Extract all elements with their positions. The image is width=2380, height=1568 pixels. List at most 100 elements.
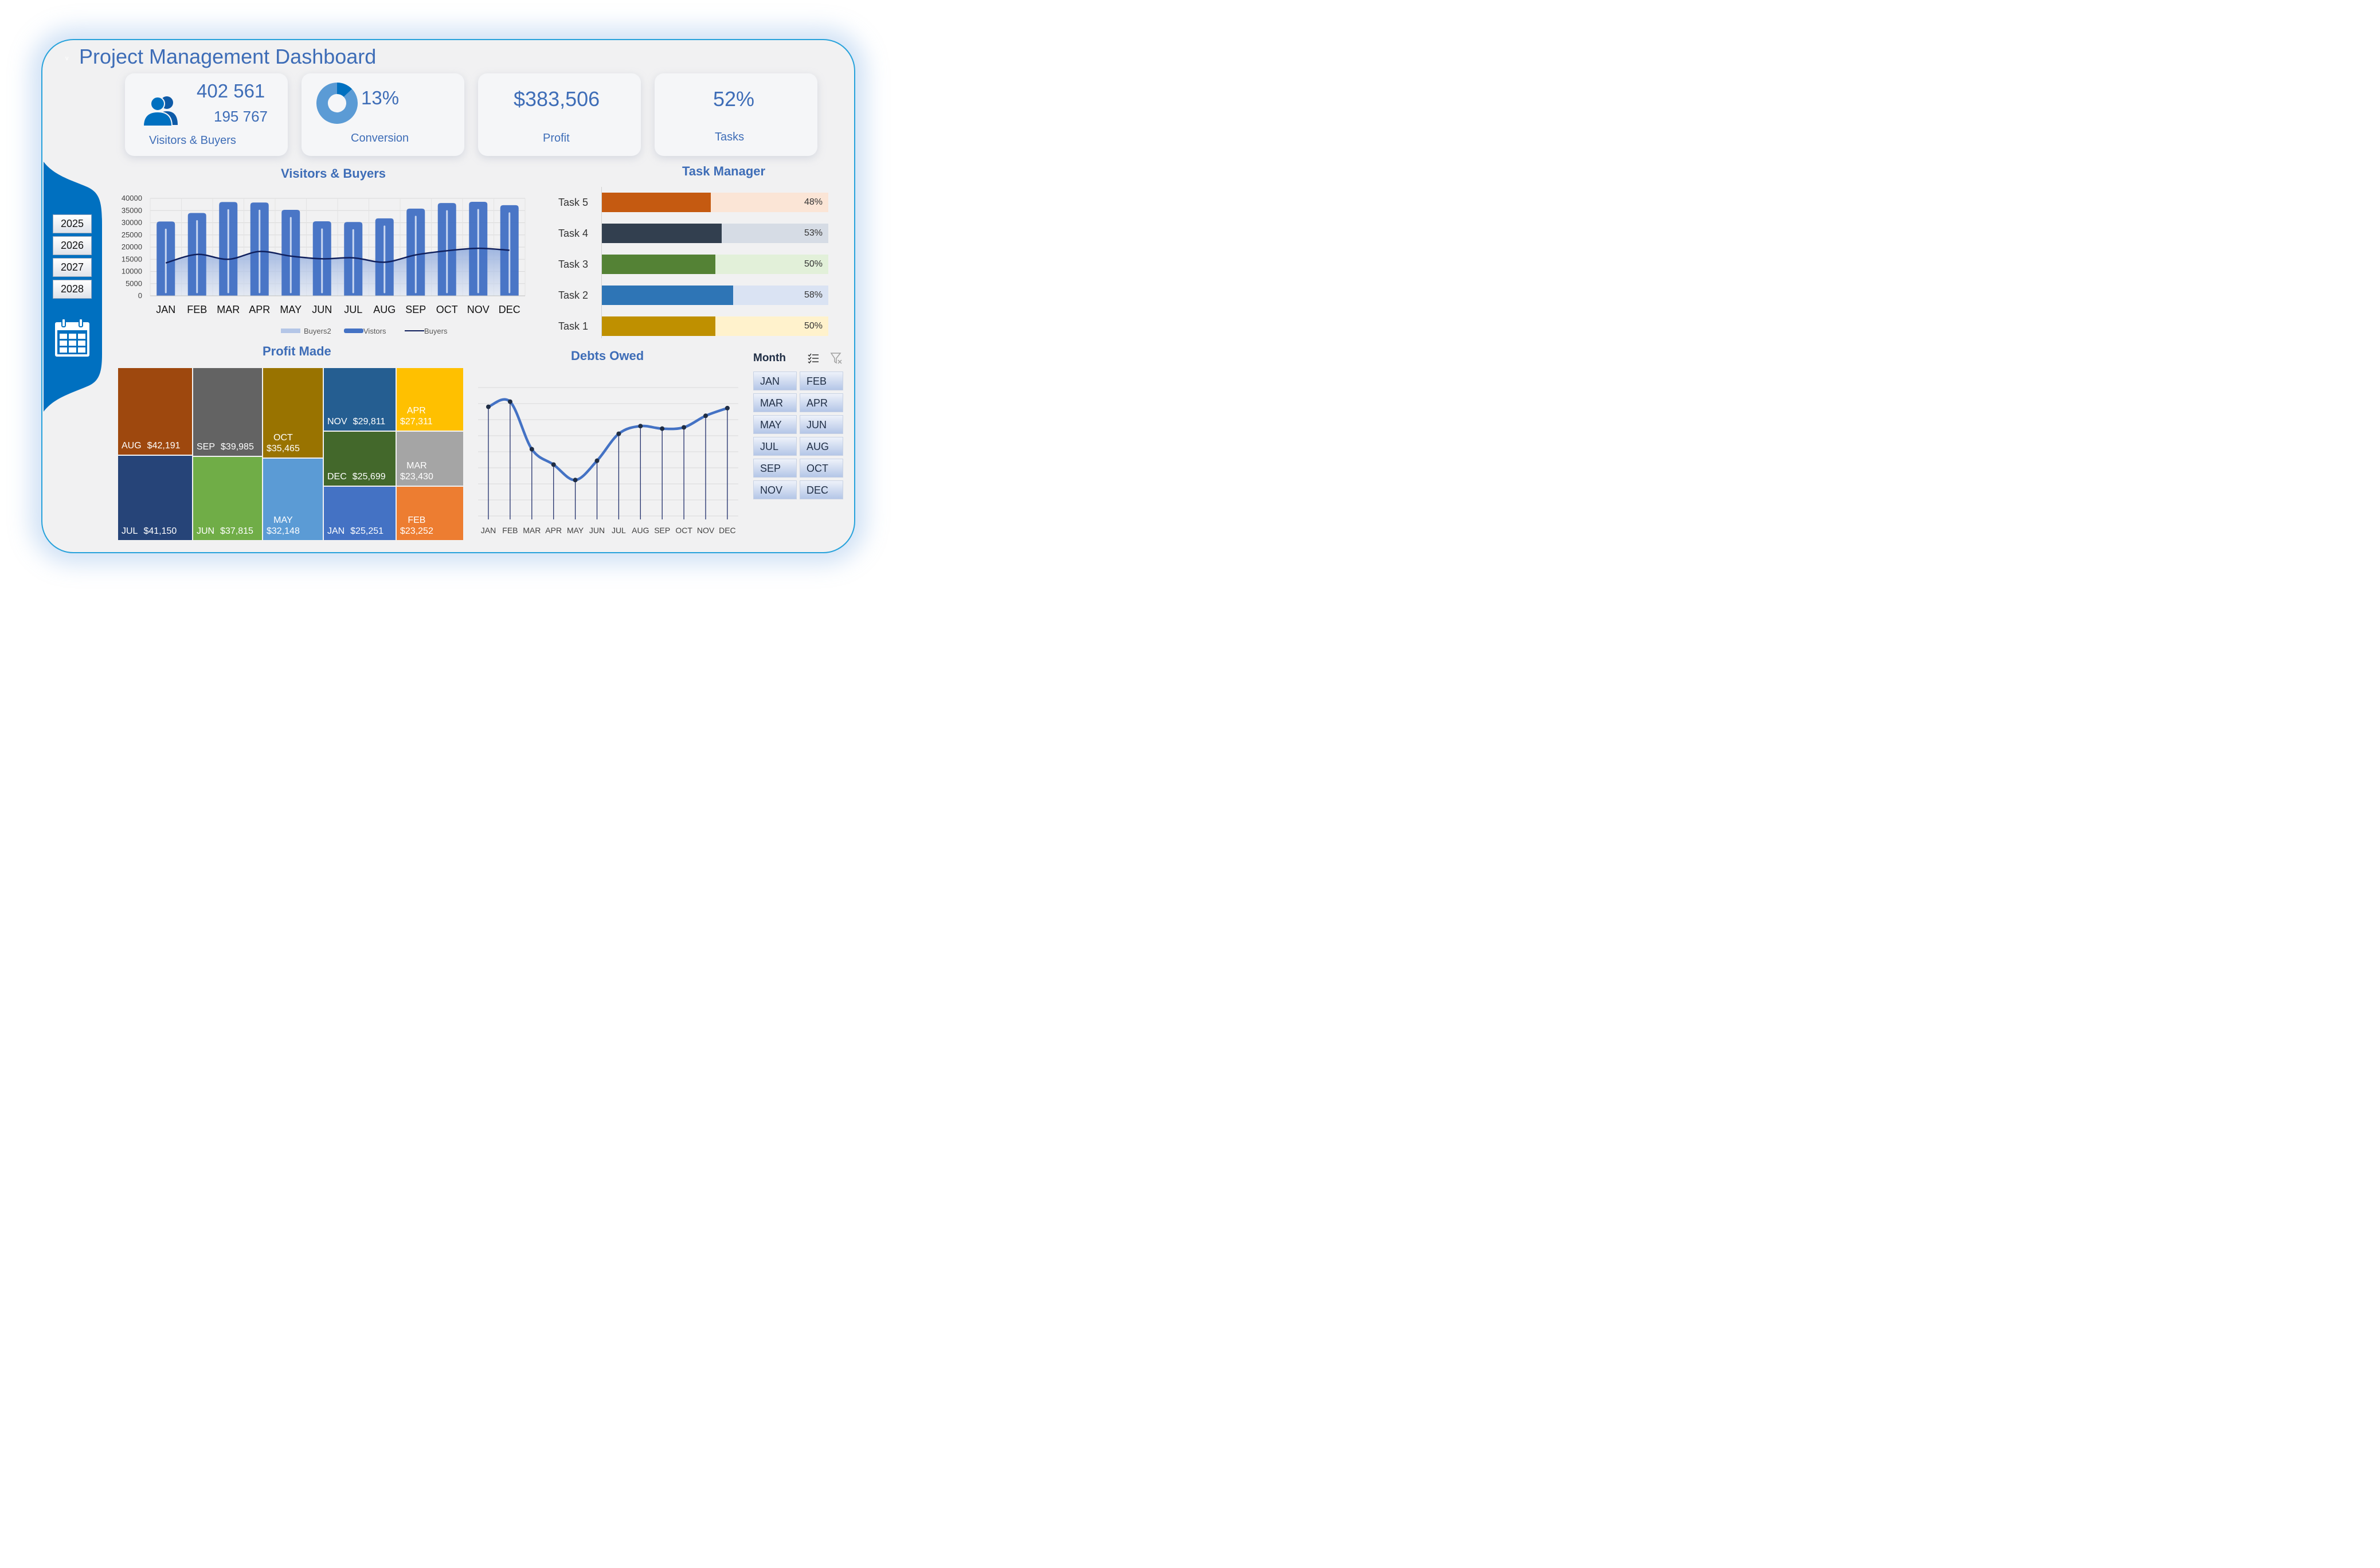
- slicer-month-jan[interactable]: JAN: [753, 372, 797, 390]
- task-manager-title: Task Manager: [682, 164, 766, 178]
- treemap-amount: $23,252: [400, 526, 433, 536]
- x-tick-label: DEC: [499, 304, 520, 315]
- treemap-cell-label: JUL $41,150: [122, 526, 177, 537]
- slicer-month-feb[interactable]: FEB: [800, 372, 843, 390]
- treemap-cell[interactable]: DEC $25,699: [323, 431, 396, 486]
- treemap-amount: $39,985: [221, 442, 254, 452]
- treemap-cell-label: NOV $29,811: [327, 417, 385, 427]
- treemap-month: NOV: [327, 417, 347, 427]
- treemap-amount: $23,430: [400, 472, 433, 482]
- debts-point: [529, 447, 534, 452]
- task-label: Task 1: [558, 320, 589, 332]
- year-button-2027[interactable]: 2027: [53, 258, 92, 277]
- x-tick-label: MAY: [567, 526, 584, 535]
- x-tick-label: NOV: [467, 304, 490, 315]
- x-tick-label: AUG: [632, 526, 649, 535]
- year-sidebar: 2025 2026 2027 2028: [44, 162, 103, 412]
- y-tick-label: 0: [138, 291, 142, 300]
- task-label: Task 5: [558, 197, 589, 208]
- legend-label: Buyers2: [304, 327, 331, 335]
- profit-made-title: Profit Made: [263, 344, 331, 358]
- treemap-amount: $35,465: [267, 444, 300, 453]
- visitors-chart-title: Visitors & Buyers: [281, 166, 386, 181]
- slicer-month-sep[interactable]: SEP: [753, 459, 797, 478]
- treemap-month: MAR: [406, 461, 427, 471]
- task-label: Task 2: [558, 290, 589, 301]
- treemap-cell[interactable]: APR $27,311: [396, 367, 464, 431]
- treemap-cell-label: MAR $23,430: [400, 460, 433, 482]
- x-tick-label: JAN: [481, 526, 496, 535]
- slicer-month-jun[interactable]: JUN: [800, 415, 843, 434]
- debts-point: [725, 405, 730, 410]
- legend-swatch-buyers2: [281, 329, 300, 333]
- legend-label: Vistors: [363, 327, 386, 335]
- y-tick-label: 25000: [122, 230, 142, 239]
- y-tick-label: 5000: [126, 279, 142, 288]
- collapse-chevron-icon[interactable]: v: [65, 55, 69, 62]
- debts-owed-title: Debts Owed: [571, 349, 644, 363]
- legend-label: Buyers: [424, 327, 448, 335]
- slicer-month-may[interactable]: MAY: [753, 415, 797, 434]
- legend-swatch-visitors: [344, 329, 363, 333]
- year-button-2025[interactable]: 2025: [53, 214, 92, 233]
- treemap-month: MAY: [273, 515, 293, 525]
- slicer-month-nov[interactable]: NOV: [753, 480, 797, 499]
- task-percent: 50%: [804, 259, 823, 269]
- task-label: Task 3: [558, 259, 589, 270]
- y-tick-label: 30000: [122, 218, 142, 227]
- treemap-cell-label: APR $27,311: [400, 405, 433, 427]
- y-tick-label: 15000: [122, 255, 142, 263]
- task-percent: 58%: [804, 290, 823, 300]
- task-progress-track: 48%: [602, 193, 828, 212]
- slicer-month-jul[interactable]: JUL: [753, 437, 797, 456]
- x-tick-label: AUG: [373, 304, 396, 315]
- treemap-cell[interactable]: MAY $32,148: [263, 458, 323, 541]
- slicer-month-mar[interactable]: MAR: [753, 393, 797, 412]
- slicer-month-dec[interactable]: DEC: [800, 480, 843, 499]
- debts-point: [616, 431, 621, 436]
- year-button-2028[interactable]: 2028: [53, 280, 92, 299]
- debts-point: [703, 413, 708, 419]
- multi-select-icon[interactable]: [807, 352, 820, 365]
- treemap-cell[interactable]: FEB $23,252: [396, 486, 464, 541]
- kpi-card-visitors: 402 561 195 767 Visitors & Buyers: [125, 73, 288, 156]
- treemap-month: SEP: [197, 442, 216, 452]
- treemap-amount: $25,251: [350, 526, 384, 536]
- treemap-cell[interactable]: NOV $29,811: [323, 367, 396, 431]
- treemap-cell-label: OCT $35,465: [267, 432, 300, 454]
- treemap-cell[interactable]: AUG $42,191: [118, 367, 193, 455]
- year-button-2026[interactable]: 2026: [53, 236, 92, 255]
- clear-filter-icon[interactable]: [830, 352, 843, 365]
- treemap-amount: $27,311: [400, 417, 433, 427]
- treemap-cell[interactable]: SEP $39,985: [193, 367, 263, 456]
- treemap-cell[interactable]: JUN $37,815: [193, 456, 263, 541]
- donut-slice: [336, 83, 353, 97]
- slicer-month-apr[interactable]: APR: [800, 393, 843, 412]
- debts-point: [573, 478, 578, 483]
- x-tick-label: APR: [249, 304, 270, 315]
- treemap-month: JAN: [327, 526, 345, 536]
- treemap-cell[interactable]: OCT $35,465: [263, 367, 323, 458]
- debts-point: [660, 426, 665, 431]
- x-tick-label: OCT: [675, 526, 692, 535]
- debts-point: [507, 399, 512, 404]
- treemap-cell[interactable]: JAN $25,251: [323, 486, 396, 541]
- task-progress-fill: [602, 193, 711, 212]
- slicer-title: Month: [753, 352, 786, 364]
- buyers-value: 195 767: [214, 108, 268, 125]
- slicer-month-aug[interactable]: AUG: [800, 437, 843, 456]
- kpi-card-tasks: 52% Tasks: [655, 73, 817, 156]
- treemap-month: DEC: [327, 472, 347, 482]
- debts-point: [551, 462, 556, 467]
- treemap-cell-label: FEB $23,252: [400, 515, 433, 537]
- treemap-cell[interactable]: JUL $41,150: [118, 455, 193, 541]
- slicer-month-oct[interactable]: OCT: [800, 459, 843, 478]
- tasks-label: Tasks: [715, 131, 745, 143]
- x-tick-label: MAR: [523, 526, 541, 535]
- y-tick-label: 40000: [122, 194, 142, 202]
- treemap-amount: $42,191: [147, 441, 181, 451]
- treemap-cell[interactable]: MAR $23,430: [396, 431, 464, 486]
- conversion-label: Conversion: [351, 132, 409, 144]
- profit-value: $383,506: [514, 87, 600, 111]
- task-percent: 50%: [804, 321, 823, 331]
